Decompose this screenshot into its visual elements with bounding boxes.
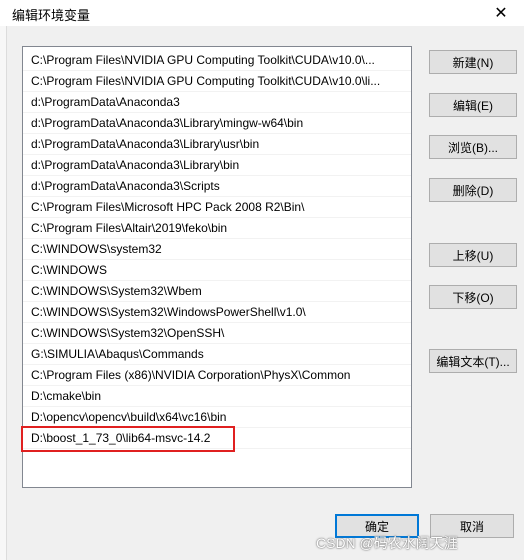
list-item[interactable]: C:\Program Files\NVIDIA GPU Computing To… [23,71,411,92]
list-item[interactable]: C:\WINDOWS [23,260,411,281]
list-item[interactable]: d:\ProgramData\Anaconda3\Library\bin [23,155,411,176]
list-item[interactable]: D:\opencv\opencv\build\x64\vc16\bin [23,407,411,428]
move-down-button[interactable]: 下移(O) [429,285,517,309]
list-item[interactable]: d:\ProgramData\Anaconda3\Library\usr\bin [23,134,411,155]
list-item[interactable]: d:\ProgramData\Anaconda3\Scripts [23,176,411,197]
list-item[interactable]: G:\SIMULIA\Abaqus\Commands [23,344,411,365]
list-item[interactable]: C:\Program Files\Microsoft HPC Pack 2008… [23,197,411,218]
title-bar[interactable]: 编辑环境变量 ✕ [0,0,524,26]
list-item[interactable]: C:\WINDOWS\System32\WindowsPowerShell\v1… [23,302,411,323]
highlight-annotation [21,426,235,452]
path-list[interactable]: C:\Program Files\NVIDIA GPU Computing To… [22,46,412,488]
close-icon[interactable]: ✕ [478,0,524,26]
window-title: 编辑环境变量 [12,8,91,23]
list-item[interactable]: C:\Program Files\Altair\2019\feko\bin [23,218,411,239]
watermark: CSDN @码农水阔天涯 [316,535,458,551]
list-item[interactable]: C:\WINDOWS\system32 [23,239,411,260]
edit-button[interactable]: 编辑(E) [429,93,517,117]
list-item[interactable]: C:\WINDOWS\System32\OpenSSH\ [23,323,411,344]
background-window-edge [0,0,7,560]
list-item[interactable]: d:\ProgramData\Anaconda3\Library\mingw-w… [23,113,411,134]
edit-text-button[interactable]: 编辑文本(T)... [429,349,517,373]
list-item[interactable]: C:\Program Files\NVIDIA GPU Computing To… [23,50,411,71]
list-item[interactable]: C:\Program Files (x86)\NVIDIA Corporatio… [23,365,411,386]
list-item[interactable]: C:\WINDOWS\System32\Wbem [23,281,411,302]
delete-button[interactable]: 删除(D) [429,178,517,202]
list-item[interactable]: d:\ProgramData\Anaconda3 [23,92,411,113]
browse-button[interactable]: 浏览(B)... [429,135,517,159]
list-item[interactable]: D:\cmake\bin [23,386,411,407]
new-button[interactable]: 新建(N) [429,50,517,74]
move-up-button[interactable]: 上移(U) [429,243,517,267]
